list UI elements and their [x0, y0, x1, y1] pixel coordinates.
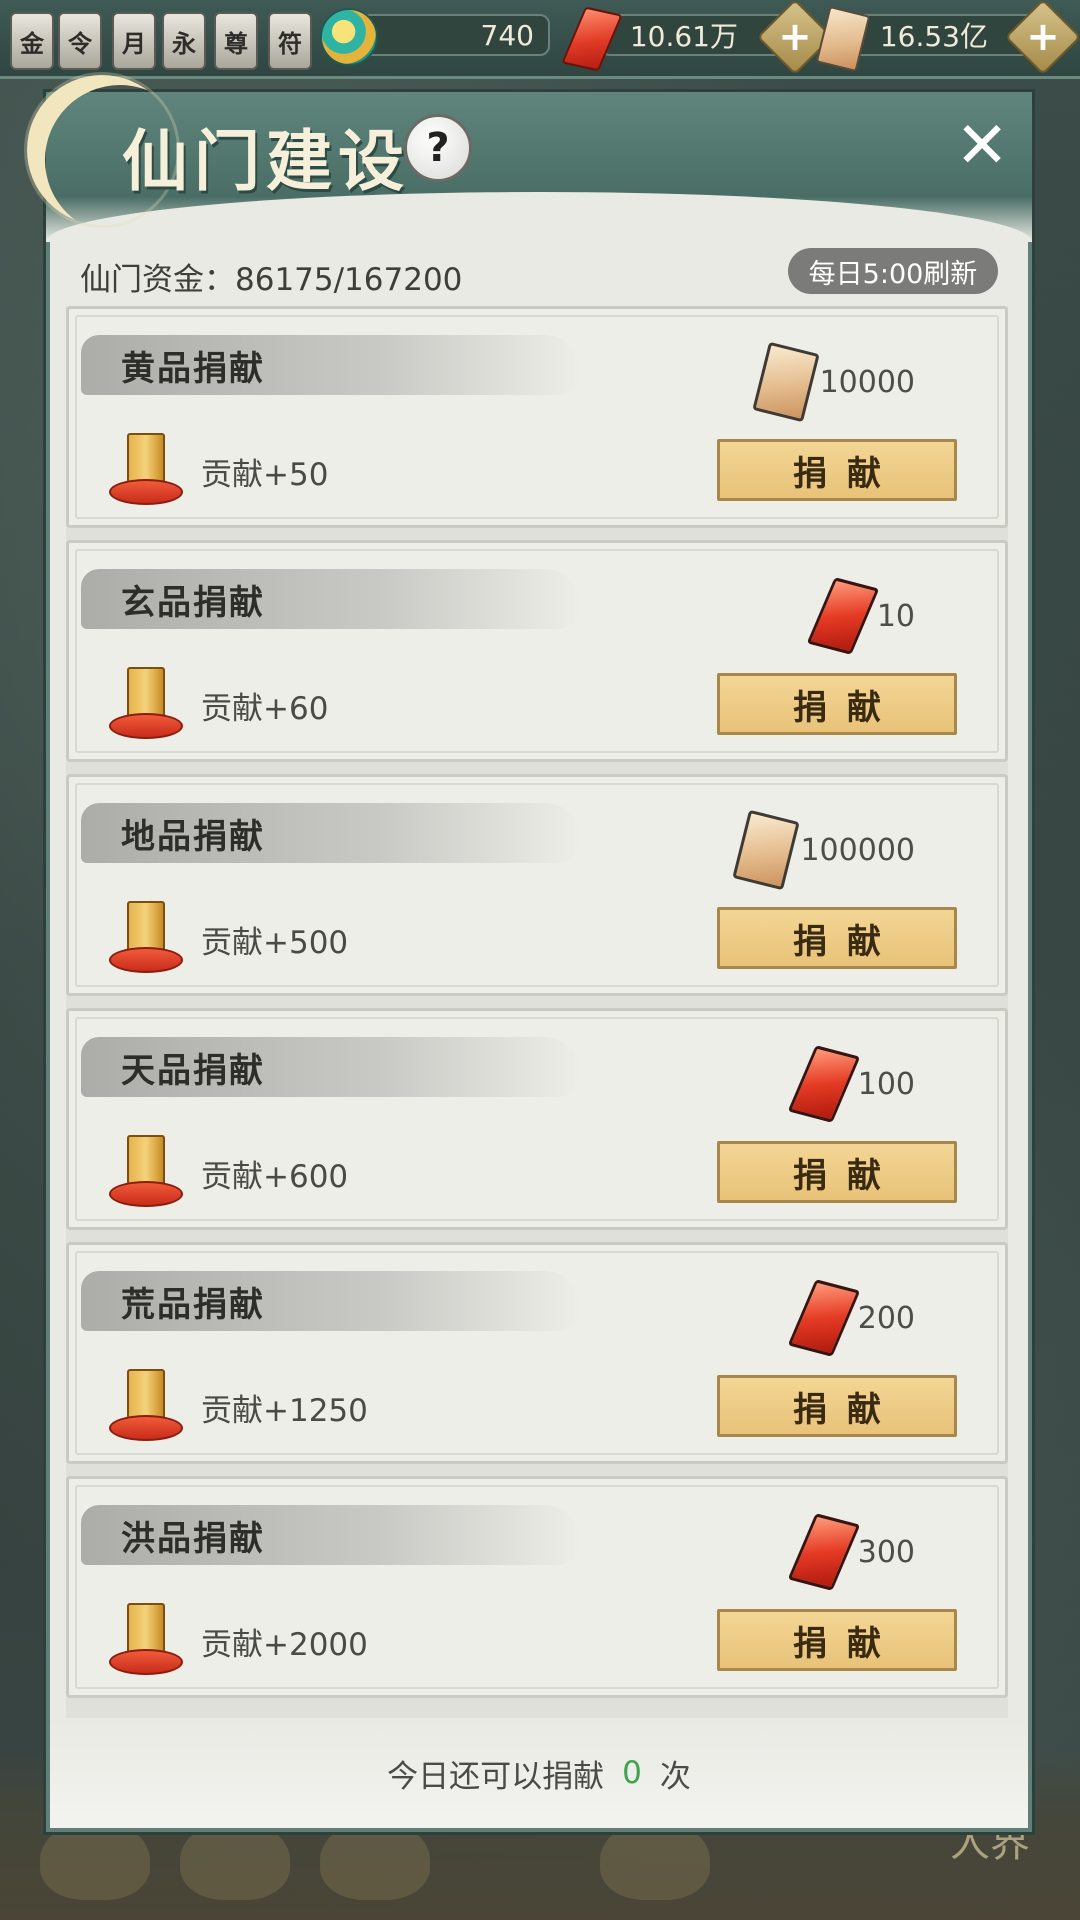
contribution-pillar-icon [109, 1135, 183, 1207]
donation-cost: 100 [787, 1045, 915, 1123]
contribution-pillar-icon [109, 433, 183, 505]
donation-card: 黄品捐献 10000 贡献+50 捐献 [66, 306, 1008, 528]
donate-button[interactable]: 捐献 [717, 1609, 957, 1671]
remaining-donations: 今日还可以捐献 0 次 [50, 1718, 1028, 1828]
remaining-prefix: 今日还可以捐献 [387, 1758, 605, 1795]
contribution-pillar-icon [109, 1603, 183, 1675]
cost-value: 10000 [819, 364, 915, 400]
donation-title: 地品捐献 [121, 817, 265, 857]
plus-icon: + [778, 13, 812, 60]
donation-title: 黄品捐献 [121, 349, 265, 389]
reward-text: 贡献+500 [201, 925, 349, 961]
funds-label: 仙门资金： [80, 262, 235, 298]
donate-button[interactable]: 捐献 [717, 1375, 957, 1437]
donation-cost: 200 [787, 1279, 915, 1357]
reward-text: 贡献+600 [201, 1159, 349, 1195]
panel-title: 仙门建设 [122, 122, 410, 200]
spirit-ticket-icon [732, 809, 801, 891]
contribution-pillar-icon [109, 901, 183, 973]
cost-value: 100000 [800, 832, 915, 868]
cost-value: 100 [857, 1066, 915, 1102]
donation-card: 天品捐献 100 贡献+600 捐献 [66, 1008, 1008, 1230]
monthly-card-icon[interactable]: 月 [112, 12, 156, 70]
donate-button[interactable]: 捐献 [717, 439, 957, 501]
donation-cost: 10000 [751, 341, 915, 423]
donation-title: 玄品捐献 [121, 583, 265, 623]
donation-list: 黄品捐献 10000 贡献+50 捐献 玄品捐献 10 贡献+60 捐献 地品捐… [66, 306, 1008, 1736]
donation-cost: 10 [806, 577, 915, 655]
resource-bar: 金 令 月 永 尊 符 740 10.61万 + 16.53亿 + [0, 0, 1080, 79]
donate-button[interactable]: 捐献 [717, 907, 957, 969]
reward-text: 贡献+60 [201, 691, 329, 727]
contribution-pillar-icon [109, 667, 183, 739]
background-building [180, 1820, 290, 1900]
jade-amount: 740 [360, 14, 550, 56]
contribution-pillar-icon [109, 1369, 183, 1441]
refresh-time-badge: 每日5:00刷新 [788, 248, 998, 294]
reward-text: 贡献+2000 [201, 1627, 368, 1663]
donation-cost: 100000 [732, 809, 915, 891]
background-building [40, 1820, 150, 1900]
add-ticket-button[interactable]: + [1004, 0, 1080, 76]
donate-button[interactable]: 捐献 [717, 1141, 957, 1203]
permanent-card-icon[interactable]: 永 [162, 12, 206, 70]
donation-title: 天品捐献 [121, 1051, 265, 1091]
spirit-jade-icon [320, 8, 378, 66]
sect-funds: 仙门资金：86175/167200 [80, 254, 462, 299]
panel-header: 仙门建设 ? ✕ [24, 72, 1032, 242]
plus-icon: + [1026, 13, 1060, 60]
funds-value: 86175/167200 [235, 262, 463, 298]
help-button[interactable]: ? [404, 114, 472, 182]
background-building [600, 1820, 710, 1900]
remaining-suffix: 次 [659, 1758, 691, 1795]
red-gem-icon [787, 1045, 861, 1123]
reward-text: 贡献+50 [201, 457, 329, 493]
donation-card: 荒品捐献 200 贡献+1250 捐献 [66, 1242, 1008, 1464]
talisman-badge-icon[interactable]: 符 [268, 12, 312, 70]
vip-badge-gold-icon[interactable]: 金 [10, 12, 54, 70]
red-gem-icon [787, 1513, 861, 1591]
donation-card: 地品捐献 100000 贡献+500 捐献 [66, 774, 1008, 996]
spirit-ticket-icon [815, 5, 871, 73]
reward-text: 贡献+1250 [201, 1393, 368, 1429]
cost-value: 10 [876, 598, 915, 634]
spirit-ticket-icon [751, 341, 820, 423]
donation-title: 荒品捐献 [121, 1285, 265, 1325]
donation-card: 洪品捐献 300 贡献+2000 捐献 [66, 1476, 1008, 1698]
donate-button[interactable]: 捐献 [717, 673, 957, 735]
sect-construction-panel: 仙门建设 ? ✕ 仙门资金：86175/167200 每日5:00刷新 黄品捐献… [24, 72, 1032, 1832]
vip-badge-token-icon[interactable]: 令 [58, 12, 102, 70]
donation-card: 玄品捐献 10 贡献+60 捐献 [66, 540, 1008, 762]
cost-value: 200 [857, 1300, 915, 1336]
donation-title: 洪品捐献 [121, 1519, 265, 1559]
cost-value: 300 [857, 1534, 915, 1570]
close-button[interactable]: ✕ [954, 114, 1010, 178]
donation-cost: 300 [787, 1513, 915, 1591]
supreme-card-icon[interactable]: 尊 [214, 12, 258, 70]
remaining-count: 0 [622, 1755, 642, 1791]
red-gem-icon [806, 577, 880, 655]
background-building [320, 1820, 430, 1900]
red-gem-icon [787, 1279, 861, 1357]
